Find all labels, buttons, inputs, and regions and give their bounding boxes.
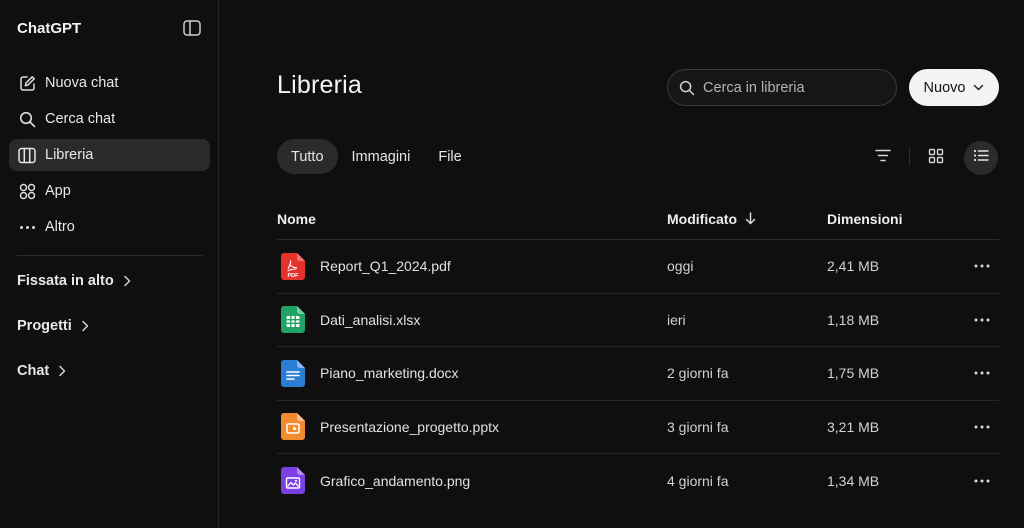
app-window: ChatGPT Nuova chat Cerca chat Libreria A… <box>0 0 1024 528</box>
list-view-icon <box>973 149 989 167</box>
sidebar-divider <box>17 255 203 256</box>
sidebar-toggle-icon[interactable] <box>182 18 202 38</box>
table-row[interactable]: Piano_marketing.docx 2 giorni fa 1,75 MB <box>277 347 999 401</box>
search-box[interactable] <box>667 69 897 106</box>
chevron-right-icon <box>81 320 89 332</box>
filter-button[interactable] <box>866 141 900 175</box>
sidebar-item-apps[interactable]: App <box>9 175 210 207</box>
sidebar-item-label: Nuova chat <box>45 75 119 91</box>
file-name: Grafico_andamento.png <box>320 472 471 489</box>
table-row[interactable]: Grafico_andamento.png 4 giorni fa 1,34 M… <box>277 454 999 508</box>
tab-files[interactable]: File <box>424 139 475 174</box>
chevron-right-icon <box>58 365 66 377</box>
sidebar-item-search-chat[interactable]: Cerca chat <box>9 103 210 135</box>
size-cell: 1,75 MB <box>827 365 880 382</box>
header-label: Modificato <box>667 210 737 227</box>
sidebar-item-new-chat[interactable]: Nuova chat <box>9 67 210 99</box>
edit-icon <box>18 74 36 92</box>
grid-view-icon <box>928 148 944 169</box>
more-options-icon[interactable] <box>965 425 999 429</box>
file-name: Report_Q1_2024.pdf <box>320 258 451 275</box>
sort-down-arrow-icon <box>745 212 756 225</box>
pdf-file-icon: PDF <box>280 252 306 280</box>
file-name-cell: Grafico_andamento.png <box>277 467 667 495</box>
column-header-modified[interactable]: Modificato <box>667 211 827 227</box>
column-header-size[interactable]: Dimensioni <box>827 211 965 227</box>
size-cell: 1,18 MB <box>827 311 880 328</box>
sidebar: ChatGPT Nuova chat Cerca chat Libreria A… <box>0 0 219 528</box>
table-row[interactable]: Dati_analisi.xlsx ieri 1,18 MB <box>277 294 999 347</box>
toolbar-divider <box>909 148 910 166</box>
chevron-down-icon <box>973 84 984 91</box>
header-label: Dimensioni <box>827 210 903 227</box>
file-name: Dati_analisi.xlsx <box>320 311 421 328</box>
sidebar-item-label: Libreria <box>45 147 94 163</box>
section-label: Chat <box>17 363 50 379</box>
table-row[interactable]: Presentazione_progetto.pptx 3 giorni fa … <box>277 401 999 454</box>
sidebar-item-label: Cerca chat <box>45 111 116 127</box>
files-table: Nome Modificato Dimensioni PDF Report_Q1… <box>277 198 999 508</box>
presentation-file-icon <box>280 413 306 441</box>
spreadsheet-file-icon <box>280 306 306 334</box>
section-chats[interactable]: Chat <box>17 363 66 379</box>
file-name-cell: PDF Report_Q1_2024.pdf <box>277 252 667 280</box>
sidebar-nav: Nuova chat Cerca chat Libreria App Altro <box>9 67 210 247</box>
filter-tabs: Tutto Immagini File <box>277 139 476 174</box>
modified-cell: ieri <box>667 311 686 328</box>
more-options-icon[interactable] <box>965 318 999 322</box>
file-name-cell: Presentazione_progetto.pptx <box>277 413 667 441</box>
brand-title: ChatGPT <box>17 19 82 37</box>
list-view-button[interactable] <box>964 141 998 175</box>
grid-view-button[interactable] <box>919 141 953 175</box>
search-icon <box>18 110 36 128</box>
filter-icon <box>875 149 891 167</box>
svg-text:PDF: PDF <box>288 273 300 279</box>
more-options-icon[interactable] <box>965 479 999 483</box>
table-row[interactable]: PDF Report_Q1_2024.pdf oggi 2,41 MB <box>277 240 999 294</box>
search-input[interactable] <box>703 79 883 96</box>
section-projects[interactable]: Progetti <box>17 318 89 334</box>
header-label: Nome <box>277 210 316 227</box>
document-file-icon <box>280 359 306 387</box>
section-pinned[interactable]: Fissata in alto <box>17 273 131 289</box>
size-cell: 3,21 MB <box>827 418 880 435</box>
file-name-cell: Dati_analisi.xlsx <box>277 306 667 334</box>
file-name: Presentazione_progetto.pptx <box>320 418 500 435</box>
modified-cell: oggi <box>667 258 694 275</box>
page-title: Libreria <box>277 71 362 99</box>
sidebar-item-label: App <box>45 183 71 199</box>
sidebar-header: ChatGPT <box>17 18 202 38</box>
more-options-icon[interactable] <box>965 264 999 268</box>
library-icon <box>18 146 36 164</box>
sidebar-item-label: Altro <box>45 219 75 235</box>
modified-cell: 4 giorni fa <box>667 472 729 489</box>
tab-images[interactable]: Immagini <box>338 139 425 174</box>
sidebar-item-more[interactable]: Altro <box>9 211 210 243</box>
sidebar-item-library[interactable]: Libreria <box>9 139 210 171</box>
tab-all[interactable]: Tutto <box>277 139 338 174</box>
new-button[interactable]: Nuovo <box>909 69 999 106</box>
file-name: Piano_marketing.docx <box>320 365 459 382</box>
section-label: Progetti <box>17 318 72 334</box>
chevron-right-icon <box>123 275 131 287</box>
modified-cell: 2 giorni fa <box>667 365 729 382</box>
new-button-label: Nuovo <box>923 79 966 96</box>
apps-grid-icon <box>18 182 36 200</box>
table-header: Nome Modificato Dimensioni <box>277 198 999 240</box>
section-label: Fissata in alto <box>17 273 114 289</box>
search-icon <box>679 80 695 96</box>
more-horizontal-icon <box>18 218 36 236</box>
file-name-cell: Piano_marketing.docx <box>277 359 667 387</box>
modified-cell: 3 giorni fa <box>667 418 729 435</box>
size-cell: 2,41 MB <box>827 258 880 275</box>
image-file-icon <box>280 467 306 495</box>
column-header-name[interactable]: Nome <box>277 211 667 227</box>
size-cell: 1,34 MB <box>827 472 880 489</box>
more-options-icon[interactable] <box>965 371 999 375</box>
main-content: Libreria Nuovo Tutto Immagini File <box>219 0 1024 528</box>
